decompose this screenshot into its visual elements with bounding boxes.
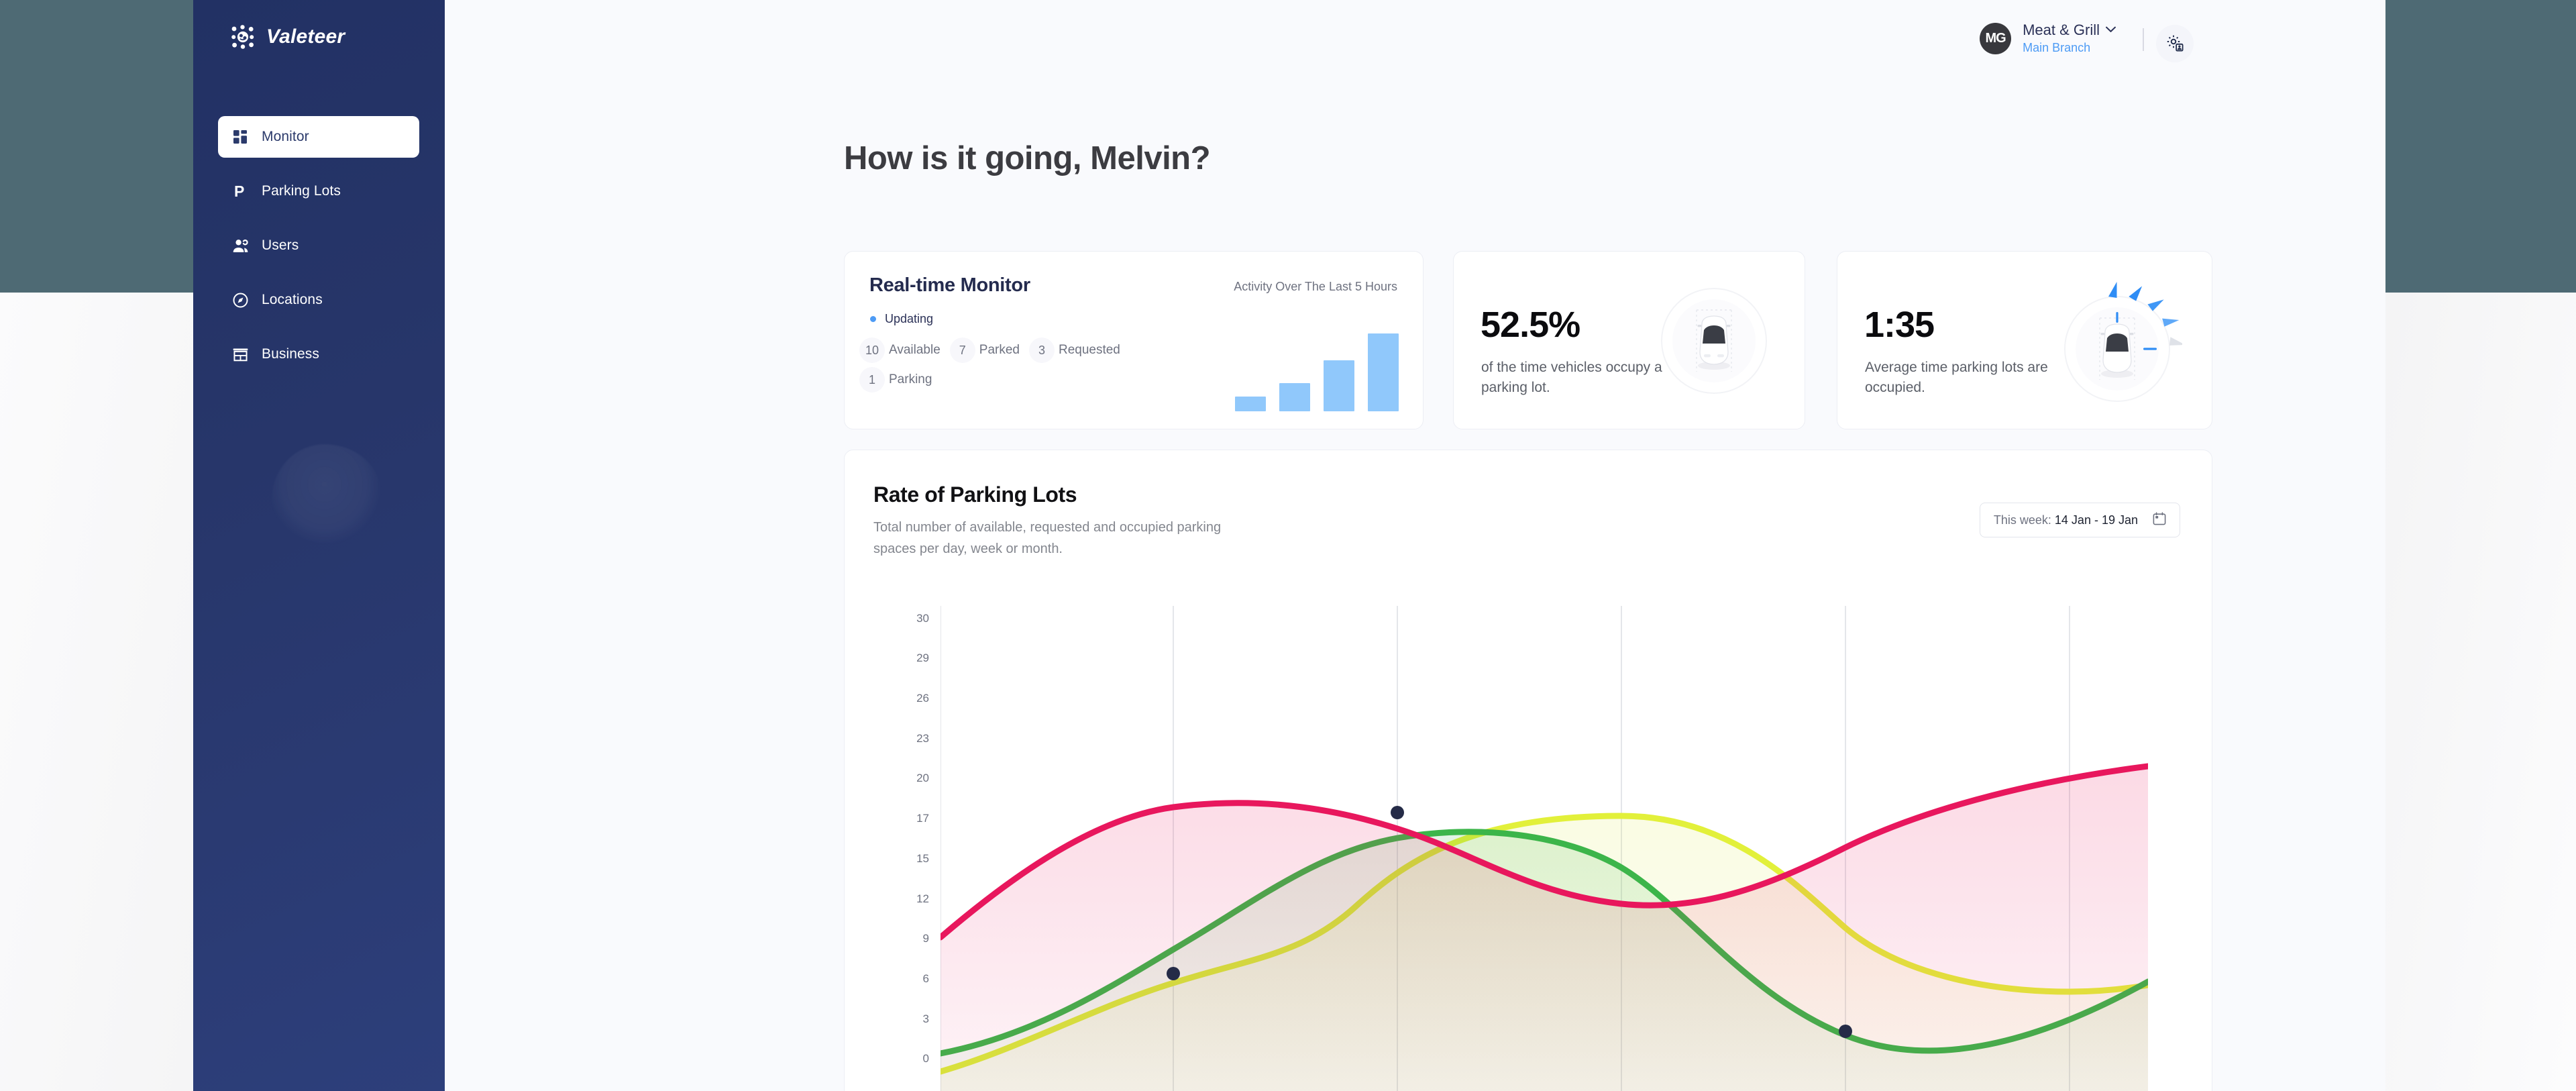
brand-name: Valeteer — [266, 25, 345, 48]
y-axis-tick: 3 — [922, 1012, 929, 1025]
sidebar-item-locations[interactable]: Locations — [218, 279, 419, 321]
header-divider — [2143, 28, 2144, 51]
date-range-picker[interactable]: This week: 14 Jan - 19 Jan — [1979, 503, 2180, 537]
stat-label: Parked — [979, 343, 1020, 357]
chart-series-requested — [941, 763, 2148, 1091]
chart-plot-area — [941, 606, 2148, 1091]
activity-bar — [1279, 383, 1310, 411]
car-top-view-icon — [1660, 287, 1768, 395]
users-icon — [231, 237, 249, 254]
stat-chip-parked: 7 Parked — [949, 337, 1029, 363]
activity-bar — [1235, 397, 1266, 411]
occupancy-value: 52.5% — [1481, 305, 1580, 345]
calendar-icon — [2153, 511, 2166, 529]
compass-icon — [231, 291, 249, 309]
sidebar-item-monitor[interactable]: Monitor — [218, 116, 419, 158]
rate-card-title: Rate of Parking Lots — [873, 482, 1077, 507]
sidebar-decorative-blob — [272, 444, 382, 545]
storefront-icon — [231, 346, 249, 363]
y-axis-tick: 6 — [922, 972, 929, 985]
chart-marker — [1839, 1025, 1852, 1038]
sidebar-item-label: Business — [262, 346, 320, 362]
sidebar-item-business[interactable]: Business — [218, 333, 419, 375]
y-axis-tick: 17 — [916, 812, 929, 825]
sidebar: Valeteer Monitor P Parking Lots Users Lo… — [193, 0, 445, 1091]
gear-user-icon — [2166, 34, 2184, 54]
y-axis-tick: 30 — [916, 612, 929, 625]
monitor-title: Real-time Monitor — [869, 274, 1030, 296]
occupancy-rate-card: 52.5% of the time vehicles occupy a park… — [1453, 251, 1805, 429]
activity-bar-chart — [1235, 324, 1399, 411]
date-range-prefix: This week: — [1993, 513, 2051, 527]
stat-count: 3 — [1028, 337, 1055, 363]
parking-p-icon: P — [231, 183, 249, 200]
stat-count: 10 — [859, 337, 885, 363]
chevron-down-icon — [2106, 24, 2116, 36]
average-time-description: Average time parking lots are occupied. — [1865, 360, 2048, 395]
avatar: MG — [1980, 22, 2012, 54]
real-time-monitor-card: Real-time Monitor Activity Over The Last… — [844, 251, 1424, 429]
status-label: Updating — [885, 312, 934, 325]
chart-marker — [1167, 967, 1180, 980]
status-dot-icon — [870, 316, 876, 322]
activity-bar — [1324, 360, 1354, 411]
activity-bar — [1368, 333, 1399, 411]
stat-chip-parking: 1 Parking — [859, 367, 1195, 393]
page-title: How is it going, Melvin? — [844, 140, 1211, 176]
settings-button[interactable] — [2156, 25, 2194, 62]
stat-label: Requested — [1058, 343, 1120, 357]
sidebar-item-label: Parking Lots — [262, 183, 341, 199]
account-branch: Main Branch — [2023, 41, 2091, 54]
y-axis-tick: 12 — [916, 892, 929, 905]
y-axis-tick: 15 — [916, 852, 929, 865]
sidebar-nav: Monitor P Parking Lots Users Locations B… — [218, 116, 419, 388]
account-text: Meat & Grill Main Branch — [2023, 21, 2116, 55]
y-axis-tick: 26 — [916, 692, 929, 705]
stat-chip-requested: 3 Requested — [1028, 337, 1130, 363]
brand-logo[interactable]: Valeteer — [230, 24, 345, 50]
sidebar-item-label: Monitor — [262, 129, 309, 144]
monitor-subtitle: Activity Over The Last 5 Hours — [1234, 280, 1397, 293]
y-axis-tick: 20 — [916, 772, 929, 784]
stat-count: 1 — [859, 367, 885, 393]
main-content: How is it going, Melvin? Real-time Monit… — [445, 87, 2385, 1091]
account-name: Meat & Grill — [2023, 21, 2100, 38]
svg-text:P: P — [234, 183, 244, 199]
y-axis-tick: 0 — [922, 1052, 929, 1065]
y-axis-tick: 9 — [922, 932, 929, 945]
app-window: Valeteer Monitor P Parking Lots Users Lo… — [193, 0, 2385, 1091]
chart-y-axis: 30 29 26 23 20 17 15 12 9 6 3 0 — [869, 606, 929, 1091]
y-axis-tick: 29 — [916, 652, 929, 664]
sidebar-item-users[interactable]: Users — [218, 225, 419, 266]
rate-card-subtitle: Total number of available, requested and… — [873, 520, 1222, 556]
sidebar-item-parking-lots[interactable]: P Parking Lots — [218, 170, 419, 212]
chart-marker — [1391, 806, 1404, 819]
valeteer-logo-icon — [230, 24, 256, 50]
monitor-stats: 10 Available 7 Parked 3 Requested 1 Park… — [859, 337, 1195, 393]
stat-chip-available: 10 Available — [859, 337, 950, 363]
y-axis-tick: 23 — [916, 732, 929, 745]
average-time-value: 1:35 — [1864, 305, 1935, 345]
stat-label: Parking — [889, 372, 932, 386]
account-switcher[interactable]: MG Meat & Grill Main Branch — [1980, 21, 2116, 55]
stat-label: Available — [889, 343, 941, 357]
rate-of-parking-lots-card: Rate of Parking Lots Total number of ava… — [844, 450, 2212, 1091]
account-name-row: Meat & Grill — [2023, 21, 2116, 39]
sidebar-item-label: Locations — [262, 292, 323, 307]
car-top-view-radar-icon — [2055, 276, 2186, 403]
occupancy-description: of the time vehicles occupy a parking lo… — [1481, 360, 1662, 395]
monitor-status: Updating — [870, 312, 933, 326]
top-header: MG Meat & Grill Main Branch — [445, 0, 2385, 87]
rate-chart: 30 29 26 23 20 17 15 12 9 6 3 0 — [845, 606, 2213, 1091]
stat-count: 7 — [949, 337, 975, 363]
average-time-card: 1:35 Average time parking lots are occup… — [1837, 251, 2212, 429]
grid-icon — [231, 128, 249, 146]
date-range-value: 14 Jan - 19 Jan — [2054, 513, 2138, 527]
sidebar-item-label: Users — [262, 238, 299, 253]
